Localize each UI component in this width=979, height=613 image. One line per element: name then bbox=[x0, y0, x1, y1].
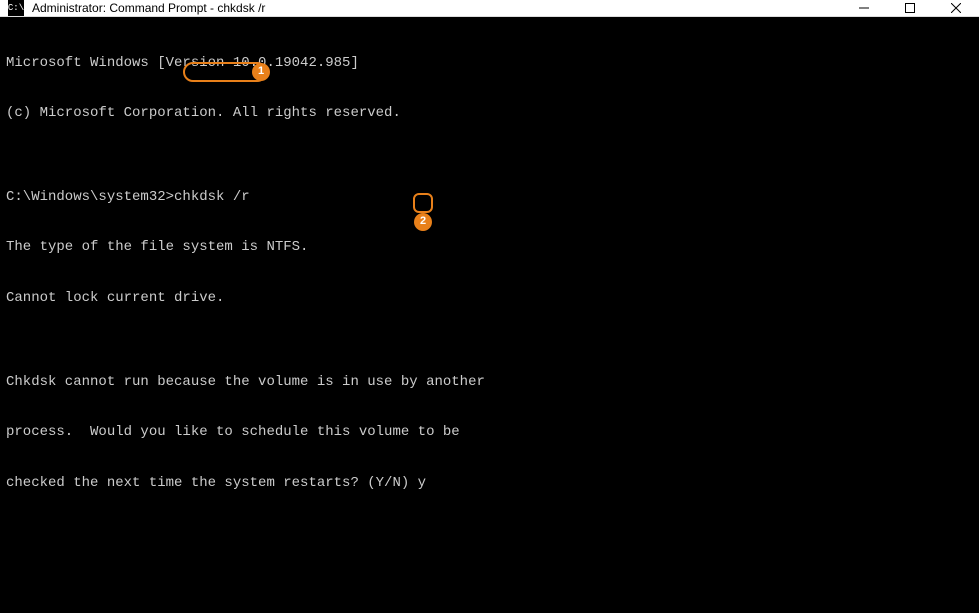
minimize-button[interactable] bbox=[841, 0, 887, 16]
output-line: (c) Microsoft Corporation. All rights re… bbox=[6, 105, 973, 122]
output-line: C:\Windows\system32>chkdsk /r bbox=[6, 189, 973, 206]
output-line: checked the next time the system restart… bbox=[6, 475, 973, 492]
cmd-icon: C:\ bbox=[8, 0, 24, 16]
window-title: Administrator: Command Prompt - chkdsk /… bbox=[32, 1, 841, 15]
terminal-output[interactable]: Microsoft Windows [Version 10.0.19042.98… bbox=[0, 17, 979, 613]
titlebar[interactable]: C:\ Administrator: Command Prompt - chkd… bbox=[0, 0, 979, 17]
output-line: Chkdsk cannot run because the volume is … bbox=[6, 374, 973, 391]
output-line: Microsoft Windows [Version 10.0.19042.98… bbox=[6, 55, 973, 72]
annotation-badge-2: 2 bbox=[414, 213, 432, 231]
output-line: The type of the file system is NTFS. bbox=[6, 239, 973, 256]
output-line: process. Would you like to schedule this… bbox=[6, 424, 973, 441]
cmd-window: C:\ Administrator: Command Prompt - chkd… bbox=[0, 0, 979, 512]
close-button[interactable] bbox=[933, 0, 979, 16]
output-line: Cannot lock current drive. bbox=[6, 290, 973, 307]
window-controls bbox=[841, 0, 979, 16]
maximize-button[interactable] bbox=[887, 0, 933, 16]
